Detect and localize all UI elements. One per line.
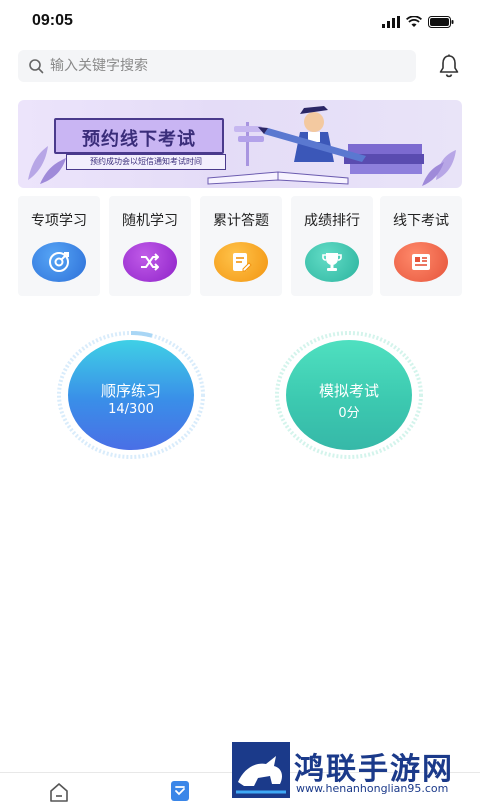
battery-icon	[428, 16, 454, 28]
feature-label: 线下考试	[393, 213, 449, 229]
mock-exam-score: 0分	[338, 406, 360, 421]
feature-label: 成绩排行	[304, 213, 360, 229]
shuffle-icon	[123, 242, 177, 282]
feature-label: 专项学习	[31, 213, 87, 229]
feature-special-study[interactable]: 专项学习	[18, 196, 100, 296]
status-bar: 09:05	[0, 0, 480, 44]
watermark: 鸿联手游网 www.henanhonglian95.com	[232, 742, 480, 802]
signal-icon	[382, 16, 400, 28]
search-row	[18, 50, 462, 82]
feature-row: 专项学习 随机学习 累计答题 成绩排行 线下考试	[18, 196, 462, 296]
banner-subtitle: 预约成功会以短信通知考试时间	[90, 157, 202, 166]
note-edit-icon	[214, 242, 268, 282]
target-icon	[32, 242, 86, 282]
sequential-practice-title: 顺序练习	[100, 382, 161, 400]
mock-exam-title: 模拟考试	[318, 382, 379, 400]
bell-icon[interactable]	[436, 53, 462, 79]
banner-subtitle-box: 预约成功会以短信通知考试时间	[66, 154, 226, 170]
banner-title: 预约线下考试	[82, 129, 196, 150]
feature-random-study[interactable]: 随机学习	[109, 196, 191, 296]
sequential-practice-count: 14/300	[108, 402, 154, 417]
offline-exam-banner[interactable]: 预约线下考试 预约成功会以短信通知考试时间	[18, 100, 462, 188]
mock-exam-button[interactable]: 模拟考试 0分	[274, 330, 424, 460]
watermark-url: www.henanhonglian95.com	[296, 782, 449, 795]
feature-score-ranking[interactable]: 成绩排行	[291, 196, 373, 296]
feature-cumulative-answers[interactable]: 累计答题	[200, 196, 282, 296]
status-icons	[382, 14, 454, 30]
banner-title-box: 预约线下考试	[54, 118, 224, 154]
feature-label: 累计答题	[213, 213, 269, 229]
feature-label: 随机学习	[122, 213, 178, 229]
search-input[interactable]	[50, 50, 400, 82]
feature-offline-exam[interactable]: 线下考试	[380, 196, 462, 296]
wifi-icon	[406, 16, 422, 27]
home-icon[interactable]	[48, 781, 70, 802]
trophy-icon	[305, 242, 359, 282]
status-time: 09:05	[32, 12, 73, 29]
newspaper-icon	[394, 242, 448, 282]
practice-icon[interactable]	[170, 779, 190, 801]
watermark-logo	[232, 742, 290, 798]
search-box[interactable]	[18, 50, 416, 82]
search-icon	[29, 59, 44, 74]
sequential-practice-button[interactable]: 顺序练习 14/300	[56, 330, 206, 460]
